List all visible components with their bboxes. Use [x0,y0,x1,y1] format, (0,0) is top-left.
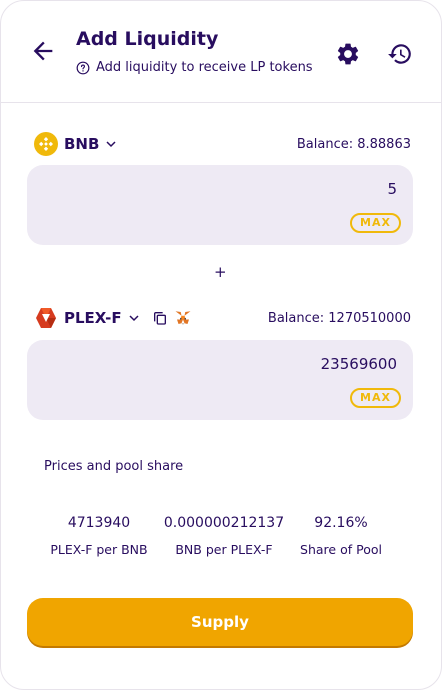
token-b-input[interactable]: 23569600 MAX [27,340,413,420]
add-liquidity-card: Add Liquidity Add liquidity to receive L… [0,0,442,690]
page-title: Add Liquidity [76,28,219,50]
price-label-plex-per-bnb: PLEX-F per BNB [50,542,148,557]
plex-token-icon [36,308,56,328]
bnb-token-icon [34,132,58,156]
share-of-pool-label: Share of Pool [300,542,382,557]
token-b-amount[interactable]: 23569600 [321,355,397,373]
plus-separator: + [214,263,227,281]
share-of-pool-value: 92.16% [314,515,368,531]
token-a-input[interactable]: 5 MAX [27,165,413,245]
subtitle-text: Add liquidity to receive LP tokens [96,60,313,75]
token-a-symbol: BNB [64,135,100,153]
card-header: Add Liquidity Add liquidity to receive L… [1,1,441,103]
history-icon [388,44,411,64]
token-a-selector[interactable]: BNB [34,132,117,156]
token-a-amount[interactable]: 5 [387,180,397,198]
token-b-max-button[interactable]: MAX [350,388,401,408]
metamask-icon[interactable] [174,309,192,327]
arrow-left-icon [33,41,53,61]
token-a-max-button[interactable]: MAX [350,213,401,233]
chevron-down-icon [106,141,116,148]
token-b-symbol: PLEX-F [64,309,122,327]
price-value-plex-per-bnb: 4713940 [67,515,131,531]
token-a-balance: Balance: 8.88863 [296,137,411,152]
page-subtitle: Add liquidity to receive LP tokens [76,60,313,75]
history-button[interactable] [387,41,413,67]
gear-icon [337,43,359,65]
price-label-bnb-per-plex: BNB per PLEX-F [175,542,273,557]
chevron-down-icon [129,315,139,322]
question-circle-icon [76,61,90,74]
prices-section-title: Prices and pool share [44,459,184,474]
supply-button[interactable]: Supply [27,598,413,646]
copy-icon[interactable] [152,310,168,326]
price-value-bnb-per-plex: 0.000000212137 [163,515,285,531]
token-b-balance: Balance: 1270510000 [267,311,411,326]
token-b-selector[interactable]: PLEX-F [34,306,192,330]
settings-button[interactable] [335,41,361,67]
back-button[interactable] [29,37,57,65]
